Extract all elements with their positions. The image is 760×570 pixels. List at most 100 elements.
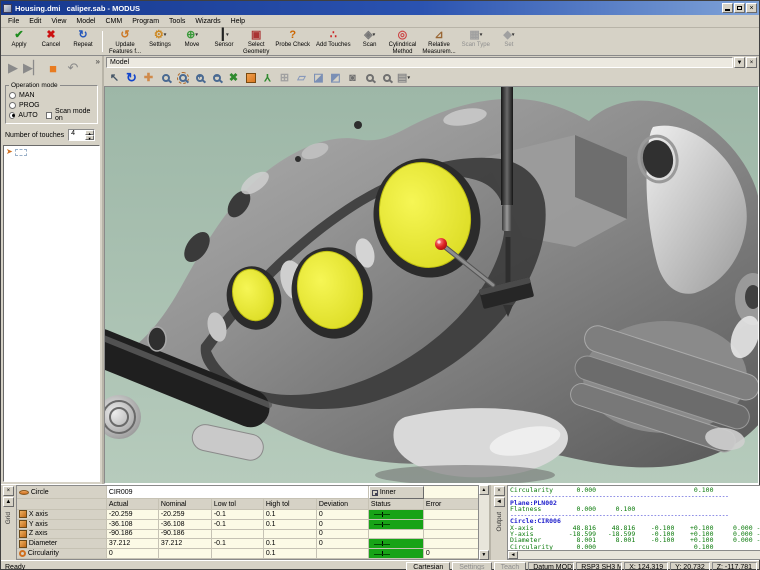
scan-button[interactable]: ◈▾ Scan (354, 29, 386, 54)
column-header-nominal[interactable]: Nominal (159, 499, 212, 510)
cell-y-deviation[interactable]: 0 (317, 520, 369, 530)
zoom-in-icon[interactable]: + (192, 70, 207, 85)
scroll-up-button[interactable]: ▲ (479, 485, 489, 495)
ucs-box-icon[interactable] (243, 70, 258, 85)
cell-x-nominal[interactable]: -20.259 (159, 510, 212, 520)
grid-close-button[interactable]: × (3, 486, 14, 496)
column-header-status[interactable]: Status (369, 499, 424, 510)
fit-view-icon[interactable]: ✖ (226, 70, 241, 85)
cell-circ-deviation[interactable] (317, 549, 369, 559)
cell-dia-nominal[interactable]: 37.212 (159, 539, 212, 549)
cell-x-actual[interactable]: -20.259 (107, 510, 159, 520)
cell-z-actual[interactable]: -90.186 (107, 530, 159, 540)
set-button[interactable]: ◆▾ Set (493, 29, 525, 54)
touches-value[interactable]: 4 (69, 130, 85, 140)
cell-y-actual[interactable]: -36.108 (107, 520, 159, 530)
feature-type-cell[interactable]: Circle (17, 486, 107, 499)
cell-z-error[interactable] (424, 530, 479, 540)
apply-button[interactable]: ✔ Apply (3, 29, 35, 54)
row-label-x-axis[interactable]: X axis (17, 510, 107, 520)
feature-extra-cell[interactable] (424, 486, 479, 499)
close-button[interactable]: × (746, 3, 757, 13)
cell-z-hightol[interactable] (264, 530, 317, 540)
menu-program[interactable]: Program (127, 17, 164, 26)
zoom-icon[interactable] (158, 70, 173, 85)
cell-dia-hightol[interactable]: 0.1 (264, 539, 317, 549)
column-header-deviation[interactable]: Deviation (317, 499, 369, 510)
radio-auto-label[interactable]: AUTO (18, 112, 37, 119)
layer-white-icon[interactable]: ▱ (294, 70, 309, 85)
scan-mode-checkbox[interactable] (46, 112, 52, 119)
column-header-error[interactable]: Error (424, 499, 479, 510)
menu-model[interactable]: Model (71, 17, 100, 26)
cell-z-nominal[interactable]: -90.186 (159, 530, 212, 540)
cell-y-error[interactable] (424, 520, 479, 530)
update-features-button[interactable]: ↺ Update Features f... (106, 29, 144, 54)
grid-pin-button[interactable]: ▲ (3, 497, 14, 507)
output-horizontal-scrollbar[interactable]: ◄ ► (508, 550, 760, 559)
feature-name-cell[interactable]: CIR009 (107, 486, 369, 499)
menu-view[interactable]: View (46, 17, 71, 26)
spin-down-button[interactable]: ▼ (85, 135, 94, 140)
cell-x-error[interactable] (424, 510, 479, 520)
cell-dia-actual[interactable]: 37.212 (107, 539, 159, 549)
select-cursor-icon[interactable]: ↖ (107, 70, 122, 85)
cell-dia-lowtol[interactable]: -0.1 (212, 539, 264, 549)
stop-button[interactable]: ■ (43, 58, 63, 78)
restore-button[interactable] (734, 3, 745, 13)
cell-x-deviation[interactable]: 0 (317, 510, 369, 520)
zoom-out-icon[interactable]: − (209, 70, 224, 85)
program-tree[interactable]: ➤ (3, 145, 100, 482)
model-panel-close-button[interactable]: × (746, 57, 757, 68)
pan-hand-icon[interactable]: ✚ (141, 70, 156, 85)
scroll-left-button[interactable]: ◄ (508, 551, 518, 559)
section-box-icon[interactable]: ⊞ (277, 70, 292, 85)
find-next-icon[interactable] (379, 70, 394, 85)
menu-cmm[interactable]: CMM (100, 17, 127, 26)
touches-spinner[interactable]: 4 ▲ ▼ (68, 129, 95, 141)
cancel-button[interactable]: ✖ Cancel (35, 29, 67, 54)
layer-blue2-icon[interactable]: ◩ (328, 70, 343, 85)
radio-man[interactable]: MAN (9, 90, 94, 100)
relative-measurement-button[interactable]: ⊿ Relative Measurem... (419, 29, 458, 54)
axis-tripod-icon[interactable]: Y (260, 70, 275, 85)
cell-z-lowtol[interactable] (212, 530, 264, 540)
output-close-button[interactable]: × (494, 486, 505, 496)
find-feature-icon[interactable] (362, 70, 377, 85)
add-touches-button[interactable]: ∴ Add Touches (313, 29, 354, 54)
cartesian-button[interactable]: Cartesian (406, 562, 450, 570)
grid-vertical-scrollbar[interactable]: ▲ ▼ (478, 485, 489, 560)
row-label-circularity[interactable]: Circularity (17, 549, 107, 559)
output-tab-label[interactable]: Output (496, 512, 503, 532)
cell-circ-lowtol[interactable] (212, 549, 264, 559)
column-header-hightol[interactable]: High tol (264, 499, 317, 510)
cell-y-hightol[interactable]: 0.1 (264, 520, 317, 530)
play-button[interactable]: ▶ (3, 58, 23, 78)
move-button[interactable]: ⊕▾ Move (176, 29, 208, 54)
zoom-window-icon[interactable] (175, 70, 190, 85)
sensor-button[interactable]: ┃▾ Sensor (208, 29, 240, 54)
select-geometry-button[interactable]: ▣ Select Geometry (240, 29, 272, 54)
row-label-z-axis[interactable]: Z axis (17, 530, 107, 540)
menu-help[interactable]: Help (226, 17, 250, 26)
column-header-actual[interactable]: Actual (107, 499, 159, 510)
report-view-icon[interactable]: ▤▾ (396, 70, 411, 85)
menu-file[interactable]: File (3, 17, 24, 26)
play-to-end-button[interactable]: ▶▏ (23, 58, 43, 78)
tree-item[interactable]: ➤ (6, 148, 97, 156)
cell-z-deviation[interactable]: 0 (317, 530, 369, 540)
menu-tools[interactable]: Tools (164, 17, 190, 26)
inner-mode-button[interactable]: Inner (369, 486, 424, 499)
output-collapse-button[interactable]: ◄ (494, 497, 505, 507)
toolbar-overflow-chevron[interactable]: » (96, 57, 100, 66)
teach-status-button[interactable]: Teach (494, 562, 527, 570)
row-label-diameter[interactable]: Diameter (17, 539, 107, 549)
cylindrical-method-button[interactable]: ◎ Cylindrical Method (386, 29, 420, 54)
cell-circ-nominal[interactable] (159, 549, 212, 559)
snapshot-camera-icon[interactable]: ◙ (345, 70, 360, 85)
cell-dia-deviation[interactable]: 0 (317, 539, 369, 549)
minimize-button[interactable] (722, 3, 733, 13)
model-panel-collapse-button[interactable]: ▼ (734, 57, 745, 68)
cell-y-lowtol[interactable]: -0.1 (212, 520, 264, 530)
cell-dia-error[interactable] (424, 539, 479, 549)
